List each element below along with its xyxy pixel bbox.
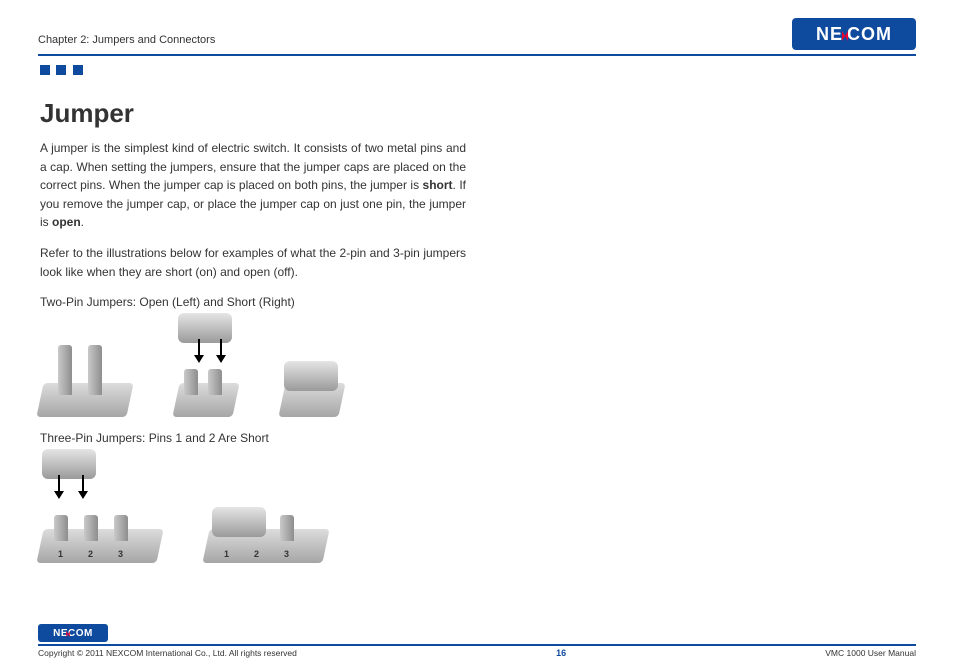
page-number: 16 — [556, 648, 566, 658]
pin-number-1: 1 — [58, 549, 63, 559]
logo-text: NECOM — [816, 24, 892, 45]
three-pin-illustration-row: 1 2 3 1 2 3 — [40, 453, 466, 563]
jumper-pin-icon — [84, 515, 98, 541]
manual-name: VMC 1000 User Manual — [825, 648, 916, 658]
down-arrow-icon — [216, 339, 226, 365]
jumper-cap-icon — [284, 361, 338, 391]
nexcom-logo-bottom: NECOM — [38, 624, 108, 642]
logo-text: NECOM — [53, 628, 93, 639]
jumper-pin-icon — [208, 369, 222, 395]
illustration-caption-2: Three-Pin Jumpers: Pins 1 and 2 Are Shor… — [40, 431, 466, 445]
footer-row: Copyright © 2011 NEXCOM International Co… — [38, 648, 916, 658]
content-column: Jumper A jumper is the simplest kind of … — [38, 80, 468, 563]
jumper-pin-icon — [184, 369, 198, 395]
down-arrow-icon — [194, 339, 204, 365]
copyright-text: Copyright © 2011 NEXCOM International Co… — [38, 648, 297, 658]
pin-number-2: 2 — [88, 549, 93, 559]
decorative-squares — [40, 62, 916, 80]
two-pin-cap-placing-illustration — [172, 317, 242, 417]
jumper-pin-icon — [58, 345, 72, 395]
nexcom-logo-top: NECOM — [792, 18, 916, 50]
two-pin-open-illustration — [40, 327, 136, 417]
pin-number-3: 3 — [118, 549, 123, 559]
square-icon — [40, 65, 50, 75]
jumper-pin-icon — [54, 515, 68, 541]
three-pin-short-illustration: 1 2 3 — [206, 483, 336, 563]
logo-x-icon — [66, 631, 70, 637]
down-arrow-icon — [54, 475, 64, 501]
section-title: Jumper — [40, 98, 466, 129]
illustration-caption-1: Two-Pin Jumpers: Open (Left) and Short (… — [40, 295, 466, 309]
page-header: Chapter 2: Jumpers and Connectors NECOM — [38, 18, 916, 50]
three-pin-cap-placing-illustration: 1 2 3 — [40, 453, 170, 563]
page: Chapter 2: Jumpers and Connectors NECOM … — [0, 0, 954, 672]
jumper-pin-icon — [280, 515, 294, 541]
pin-number-3: 3 — [284, 549, 289, 559]
paragraph-2: Refer to the illustrations below for exa… — [40, 244, 466, 281]
jumper-base-icon — [36, 383, 133, 417]
chapter-title: Chapter 2: Jumpers and Connectors — [38, 34, 215, 46]
footer-rule — [38, 644, 916, 646]
square-icon — [56, 65, 66, 75]
jumper-pin-icon — [88, 345, 102, 395]
two-pin-short-illustration — [278, 347, 368, 417]
pin-number-2: 2 — [254, 549, 259, 559]
pin-number-1: 1 — [224, 549, 229, 559]
square-icon — [73, 65, 83, 75]
jumper-base-icon — [172, 383, 239, 417]
down-arrow-icon — [78, 475, 88, 501]
paragraph-1: A jumper is the simplest kind of electri… — [40, 139, 466, 232]
jumper-pin-icon — [114, 515, 128, 541]
jumper-cap-icon — [212, 507, 266, 537]
two-pin-illustration-row — [40, 317, 466, 417]
header-rule — [38, 54, 916, 56]
page-footer: NECOM Copyright © 2011 NEXCOM Internatio… — [38, 624, 916, 658]
logo-x-icon — [842, 31, 848, 41]
